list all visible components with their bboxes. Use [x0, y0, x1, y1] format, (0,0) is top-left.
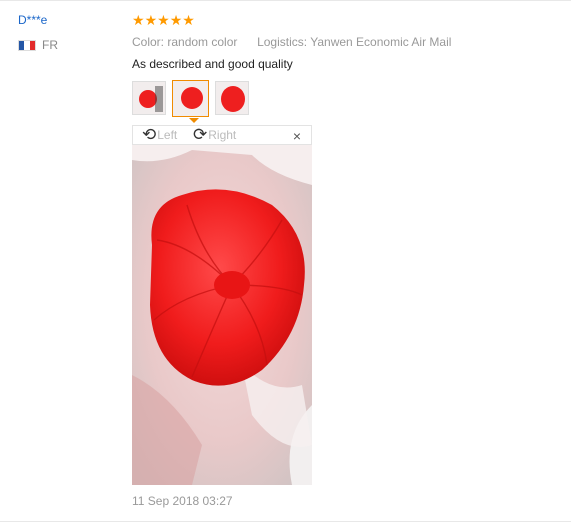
rotate-left-label: Left: [157, 128, 178, 142]
photo-thumbnail[interactable]: [215, 81, 249, 115]
logistics-label: Logistics:: [257, 35, 308, 49]
rotate-right-icon: ⟳: [193, 125, 208, 144]
photo-thumbnail-selected[interactable]: [172, 80, 209, 117]
logistics-value: Yanwen Economic Air Mail: [310, 35, 452, 49]
close-viewer-button[interactable]: ×: [293, 127, 301, 145]
red-silicone-mold-image: [132, 145, 312, 485]
reviewer-country: FR: [18, 38, 58, 52]
photo-thumbnails: [132, 80, 255, 117]
star-icon: ★: [144, 12, 158, 28]
rotate-left-icon: ⟲: [142, 125, 157, 144]
divider-bottom: [0, 521, 571, 522]
star-icon: ★: [182, 12, 195, 28]
france-flag-icon: [18, 39, 36, 51]
review-date: 11 Sep 2018 03:27: [132, 494, 233, 508]
selected-thumbnail-caret: [189, 118, 199, 123]
star-icon: ★: [157, 12, 170, 28]
order-properties: Color: random color Logistics: Yanwen Ec…: [132, 35, 451, 49]
color-label: Color:: [132, 35, 165, 49]
review-text: As described and good quality: [132, 57, 293, 71]
star-icon: ★: [169, 12, 183, 28]
review-photo: [132, 145, 312, 485]
reviewer-name[interactable]: D***e: [18, 13, 47, 27]
star-icon: ★: [132, 12, 145, 28]
photo-thumbnail[interactable]: [132, 81, 166, 115]
photo-viewer-toolbar: ⟲ Left ⟳ Right ×: [132, 125, 312, 145]
star-rating: ★ ★ ★ ★ ★: [132, 12, 195, 28]
color-value: random color: [167, 35, 238, 49]
rotate-left-button[interactable]: ⟲ Left: [142, 126, 177, 144]
rotate-right-button[interactable]: ⟳ Right: [193, 126, 236, 144]
country-code: FR: [42, 38, 58, 52]
divider-top: [0, 0, 571, 1]
rotate-right-label: Right: [208, 128, 237, 142]
